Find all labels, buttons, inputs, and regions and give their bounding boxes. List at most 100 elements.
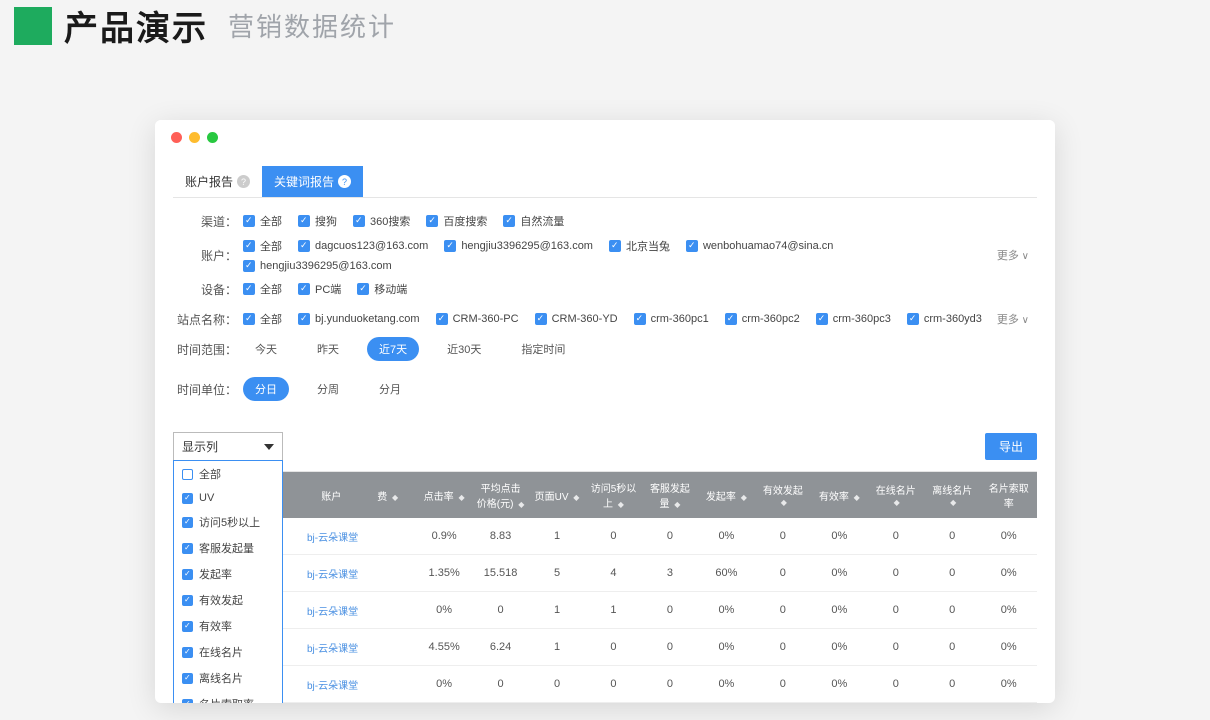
tab-label: 关键词报告 xyxy=(274,173,334,190)
table-cell: 0 xyxy=(868,629,924,666)
checkbox-option[interactable]: crm-360pc3 xyxy=(816,313,891,325)
checkbox-icon xyxy=(298,283,310,295)
table-cell: 0 xyxy=(585,629,641,666)
table-header-cell[interactable]: 在线名片 ◆ xyxy=(868,472,924,518)
table-header-cell[interactable]: 客服发起量 ◆ xyxy=(642,472,698,518)
table-header-cell[interactable]: 费 ◆ xyxy=(359,472,415,518)
table-header-cell[interactable]: 离线名片 ◆ xyxy=(924,472,980,518)
dropdown-item[interactable]: UV xyxy=(174,487,282,509)
table-header-cell[interactable]: 页面UV ◆ xyxy=(529,472,585,518)
table-header-cell[interactable]: 平均点击价格(元) ◆ xyxy=(472,472,528,518)
checkbox-option[interactable]: 自然流量 xyxy=(503,213,564,229)
tab-account-report[interactable]: 账户报告 ? xyxy=(173,166,262,197)
dropdown-item[interactable]: 离线名片 xyxy=(174,665,282,691)
time-option[interactable]: 昨天 xyxy=(305,337,351,361)
table-row: 又bj-云朵课堂1.35%15.51854360%00%000% xyxy=(173,555,1037,592)
dropdown-item[interactable]: 在线名片 xyxy=(174,639,282,665)
checkbox-option[interactable]: crm-360pc1 xyxy=(634,313,709,325)
brand-block xyxy=(14,7,52,45)
table-cell-account: bj-云朵课堂 xyxy=(303,555,359,592)
checkbox-label: wenbohuamao74@sina.cn xyxy=(703,240,833,252)
time-option[interactable]: 今天 xyxy=(243,337,289,361)
checkbox-label: 全部 xyxy=(260,311,282,327)
checkbox-option[interactable]: CRM-360-YD xyxy=(535,313,618,325)
table-cell: 0% xyxy=(416,592,472,629)
checkbox-option[interactable]: 全部 xyxy=(243,213,282,229)
column-select[interactable]: 显示列 xyxy=(173,432,283,461)
time-option[interactable]: 近7天 xyxy=(367,337,419,361)
checkbox-label: hengjiu3396295@163.com xyxy=(260,260,392,272)
maximize-icon[interactable] xyxy=(207,132,218,143)
checkbox-icon xyxy=(182,595,193,606)
dropdown-item-label: 发起率 xyxy=(199,566,232,582)
help-icon[interactable]: ? xyxy=(237,175,250,188)
table-cell-account: bj-云朵课堂 xyxy=(303,592,359,629)
checkbox-icon xyxy=(357,283,369,295)
checkbox-option[interactable]: 全部 xyxy=(243,311,282,327)
checkbox-option[interactable]: 百度搜索 xyxy=(426,213,487,229)
dropdown-item[interactable]: 有效发起 xyxy=(174,587,282,613)
checkbox-option[interactable]: 北京当兔 xyxy=(609,238,670,254)
help-icon[interactable]: ? xyxy=(338,175,351,188)
close-icon[interactable] xyxy=(171,132,182,143)
time-option[interactable]: 指定时间 xyxy=(509,337,577,361)
checkbox-option[interactable]: crm-360yd3 xyxy=(907,313,982,325)
table-cell xyxy=(359,555,415,592)
checkbox-icon xyxy=(182,517,193,528)
dropdown-item[interactable]: 全部 xyxy=(174,461,282,487)
sort-icon: ◆ xyxy=(618,500,624,509)
dropdown-item[interactable]: 客服发起量 xyxy=(174,535,282,561)
checkbox-option[interactable]: 移动端 xyxy=(357,281,407,297)
checkbox-option[interactable]: 搜狗 xyxy=(298,213,337,229)
dropdown-item-label: 客服发起量 xyxy=(199,540,254,556)
dropdown-item-label: 在线名片 xyxy=(199,644,243,660)
table-header-cell[interactable]: 账户 xyxy=(303,472,359,518)
table-cell: 0 xyxy=(755,555,811,592)
checkbox-label: 全部 xyxy=(260,238,282,254)
time-option[interactable]: 分月 xyxy=(367,377,413,401)
filter-label: 时间范围： xyxy=(173,341,243,358)
time-option[interactable]: 分日 xyxy=(243,377,289,401)
tab-keyword-report[interactable]: 关键词报告 ? xyxy=(262,166,363,197)
checkbox-option[interactable]: hengjiu3396295@163.com xyxy=(243,260,392,272)
table-header-cell[interactable]: 访问5秒以上 ◆ xyxy=(585,472,641,518)
checkbox-option[interactable]: 全部 xyxy=(243,281,282,297)
checkbox-label: bj.yunduoketang.com xyxy=(315,313,420,325)
dropdown-item[interactable]: 名片索取率 xyxy=(174,691,282,703)
dropdown-item[interactable]: 发起率 xyxy=(174,561,282,587)
dropdown-item[interactable]: 访问5秒以上 xyxy=(174,509,282,535)
checkbox-label: CRM-360-PC xyxy=(453,313,519,325)
table-header-cell[interactable]: 点击率 ◆ xyxy=(416,472,472,518)
checkbox-icon xyxy=(182,569,193,580)
dropdown-item[interactable]: 有效率 xyxy=(174,613,282,639)
checkbox-icon xyxy=(298,240,310,252)
more-button[interactable]: 更多 xyxy=(997,247,1029,263)
checkbox-option[interactable]: PC端 xyxy=(298,281,341,297)
checkbox-option[interactable]: 全部 xyxy=(243,238,282,254)
checkbox-label: 全部 xyxy=(260,213,282,229)
table-header-cell[interactable]: 名片索取率 xyxy=(980,472,1037,518)
export-button[interactable]: 导出 xyxy=(985,433,1037,460)
table-cell: 0 xyxy=(755,592,811,629)
minimize-icon[interactable] xyxy=(189,132,200,143)
checkbox-option[interactable]: bj.yunduoketang.com xyxy=(298,313,420,325)
checkbox-option[interactable]: dagcuos123@163.com xyxy=(298,240,428,252)
time-option[interactable]: 近30天 xyxy=(435,337,493,361)
checkbox-option[interactable]: hengjiu3396295@163.com xyxy=(444,240,593,252)
checkbox-icon xyxy=(182,647,193,658)
table-cell: 0% xyxy=(811,666,867,703)
checkbox-option[interactable]: CRM-360-PC xyxy=(436,313,519,325)
table-header-cell[interactable]: 有效发起 ◆ xyxy=(755,472,811,518)
table-cell: 0 xyxy=(924,518,980,555)
table-row: 又bj-云朵课堂0.9%8.831000%00%000% xyxy=(173,518,1037,555)
time-option[interactable]: 分周 xyxy=(305,377,351,401)
table-cell: 60% xyxy=(698,555,754,592)
table-header-cell[interactable]: 发起率 ◆ xyxy=(698,472,754,518)
more-button[interactable]: 更多 xyxy=(997,311,1029,327)
checkbox-icon xyxy=(182,621,193,632)
checkbox-option[interactable]: 360搜索 xyxy=(353,213,410,229)
table-header-cell[interactable]: 有效率 ◆ xyxy=(811,472,867,518)
checkbox-icon xyxy=(444,240,456,252)
checkbox-option[interactable]: crm-360pc2 xyxy=(725,313,800,325)
checkbox-option[interactable]: wenbohuamao74@sina.cn xyxy=(686,240,833,252)
